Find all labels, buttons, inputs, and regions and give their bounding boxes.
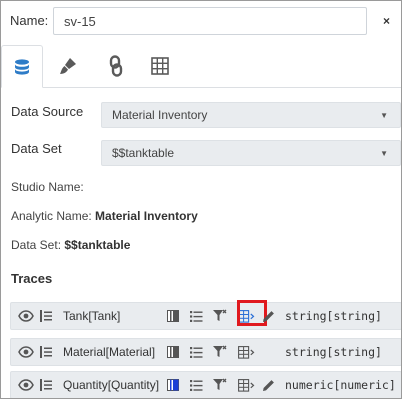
- tab-strip: [1, 45, 401, 88]
- table-icon: [151, 57, 169, 75]
- drag-handle-icon[interactable]: [40, 339, 52, 365]
- trace-name: Material[Material]: [63, 345, 156, 359]
- color-swatch-icon[interactable]: [167, 372, 179, 398]
- analytic-name-line: Analytic Name: Material Inventory: [11, 209, 198, 223]
- list-icon[interactable]: [190, 303, 203, 329]
- trace-name: Quantity[Quantity]: [63, 378, 160, 392]
- paintbrush-icon: [60, 58, 76, 74]
- trace-name: Tank[Tank]: [63, 309, 121, 323]
- trace-row: Tank[Tank] string[string]: [10, 300, 401, 330]
- drag-handle-icon[interactable]: [40, 372, 52, 398]
- trace-row: Material[Material] string[string]: [10, 338, 401, 366]
- color-swatch-icon[interactable]: [167, 339, 179, 365]
- tab-data[interactable]: [1, 45, 43, 88]
- tab-table[interactable]: [139, 45, 181, 87]
- filter-icon[interactable]: [213, 372, 228, 398]
- data-source-select[interactable]: Material Inventory ▼: [101, 102, 401, 128]
- chevron-down-icon: ▼: [380, 110, 388, 120]
- trace-type: string[string]: [285, 345, 382, 359]
- eye-icon[interactable]: [18, 303, 34, 329]
- studio-name-label: Studio Name:: [11, 180, 84, 194]
- eye-icon[interactable]: [18, 372, 34, 398]
- database-icon: [15, 58, 29, 75]
- data-set-value: $$tanktable: [112, 146, 175, 160]
- filter-icon[interactable]: [213, 339, 228, 365]
- data-set-info-value: $$tanktable: [64, 238, 131, 252]
- name-input[interactable]: [53, 7, 367, 35]
- data-set-label: Data Set: [11, 141, 62, 156]
- table-column-icon[interactable]: [238, 372, 255, 398]
- analytic-name-label: Analytic Name:: [11, 209, 92, 223]
- studio-name-line: Studio Name:: [11, 180, 84, 194]
- color-swatch-icon[interactable]: [167, 303, 179, 329]
- chevron-down-icon: ▼: [380, 148, 388, 158]
- data-set-info-line: Data Set: $$tanktable: [11, 238, 130, 252]
- series-properties-panel: Name: ×: [0, 0, 402, 399]
- data-source-value: Material Inventory: [112, 108, 208, 122]
- data-source-label: Data Source: [11, 104, 84, 119]
- tab-style[interactable]: [47, 45, 89, 87]
- filter-icon[interactable]: [213, 303, 228, 329]
- name-label: Name:: [10, 13, 49, 28]
- table-column-icon[interactable]: [238, 339, 255, 365]
- tab-links[interactable]: [95, 45, 137, 87]
- close-button[interactable]: ×: [383, 14, 390, 28]
- drag-handle-icon[interactable]: [40, 303, 52, 329]
- traces-title: Traces: [11, 271, 53, 286]
- trace-row: Quantity[Quantity] numeric[numeric]: [10, 371, 401, 398]
- analytic-name-value: Material Inventory: [95, 209, 198, 223]
- link-icon: [109, 55, 123, 77]
- trace-type: string[string]: [285, 309, 382, 323]
- pencil-icon[interactable]: [262, 303, 275, 329]
- trace-type: numeric[numeric]: [285, 378, 396, 392]
- data-set-info-label: Data Set:: [11, 238, 62, 252]
- list-icon[interactable]: [190, 339, 203, 365]
- data-set-select[interactable]: $$tanktable ▼: [101, 140, 401, 166]
- eye-icon[interactable]: [18, 339, 34, 365]
- list-icon[interactable]: [190, 372, 203, 398]
- pencil-icon[interactable]: [262, 372, 275, 398]
